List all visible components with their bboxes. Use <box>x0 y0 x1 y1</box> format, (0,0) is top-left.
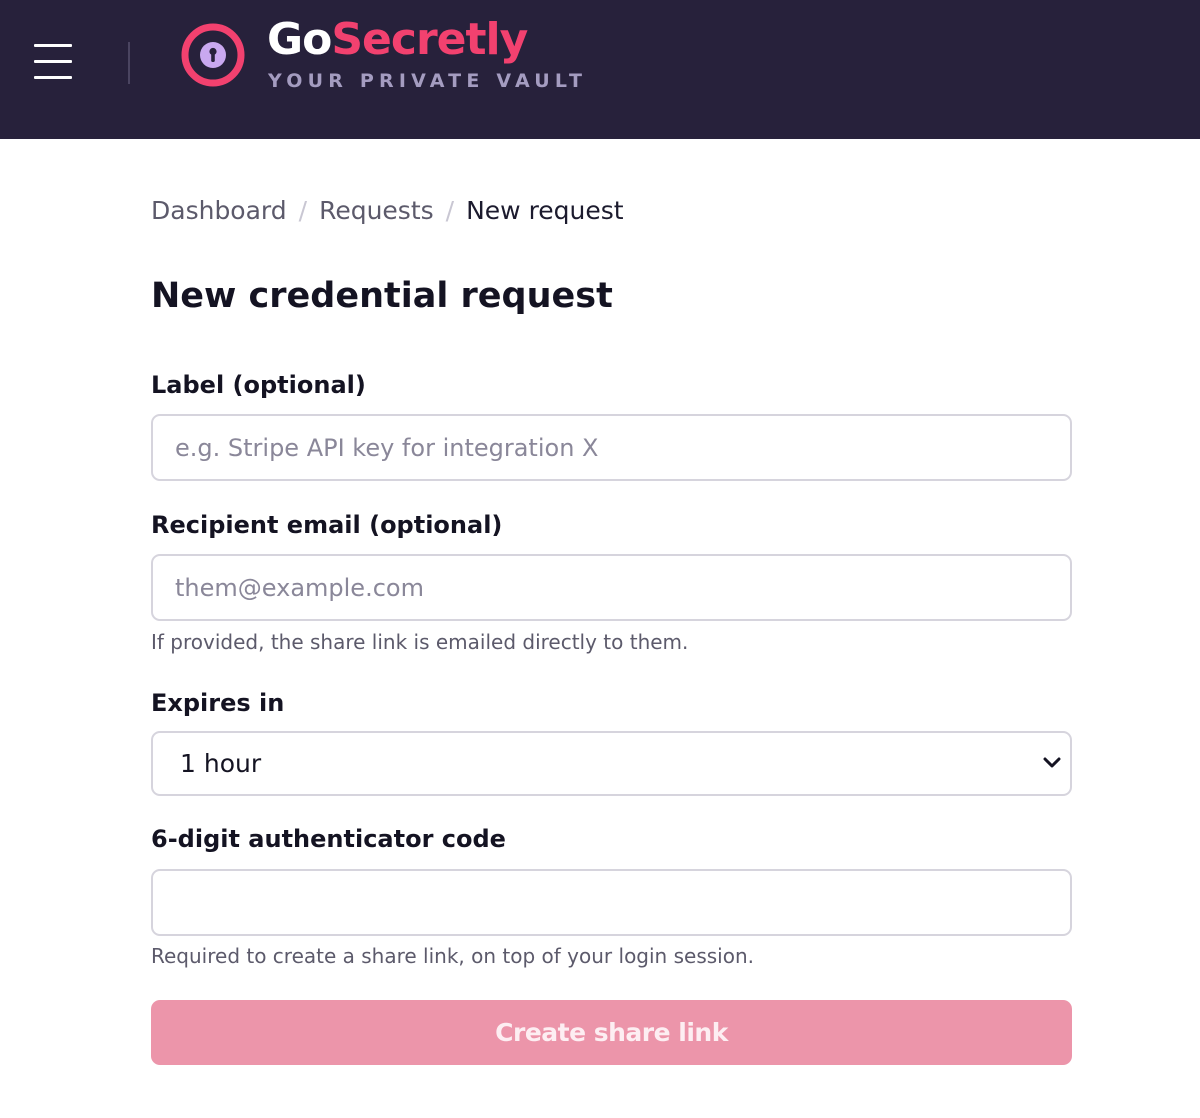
hamburger-menu-icon[interactable] <box>34 44 74 80</box>
authenticator-code-hint: Required to create a share link, on top … <box>151 944 754 968</box>
authenticator-code-label: 6-digit authenticator code <box>151 825 506 853</box>
brand-logo[interactable]: GoSecretly <box>267 14 528 66</box>
expires-in-select[interactable]: 1 hour <box>151 731 1072 796</box>
expires-in-label: Expires in <box>151 689 285 717</box>
brand-name-go: Go <box>267 14 332 65</box>
recipient-email-hint: If provided, the share link is emailed d… <box>151 630 689 654</box>
label-field-label: Label (optional) <box>151 371 366 399</box>
breadcrumb-dashboard[interactable]: Dashboard <box>151 196 287 225</box>
label-input[interactable] <box>151 414 1072 481</box>
brand-name-secretly: Secretly <box>331 14 528 65</box>
create-share-link-button[interactable]: Create share link <box>151 1000 1072 1065</box>
breadcrumb-separator: / <box>298 196 308 225</box>
authenticator-code-input[interactable] <box>151 869 1072 936</box>
page-title: New credential request <box>151 276 613 316</box>
breadcrumb: Dashboard / Requests / New request <box>151 196 624 225</box>
recipient-email-label: Recipient email (optional) <box>151 511 503 539</box>
breadcrumb-separator: / <box>445 196 455 225</box>
breadcrumb-requests[interactable]: Requests <box>319 196 434 225</box>
expires-in-selected-value: 1 hour <box>180 749 262 778</box>
recipient-email-input[interactable] <box>151 554 1072 621</box>
brand-tagline: YOUR PRIVATE VAULT <box>268 70 588 92</box>
chevron-down-icon <box>1043 757 1061 768</box>
breadcrumb-current: New request <box>466 196 624 225</box>
header-divider <box>128 42 130 84</box>
keyhole-icon <box>181 23 245 87</box>
top-bar: GoSecretly YOUR PRIVATE VAULT <box>0 0 1200 139</box>
